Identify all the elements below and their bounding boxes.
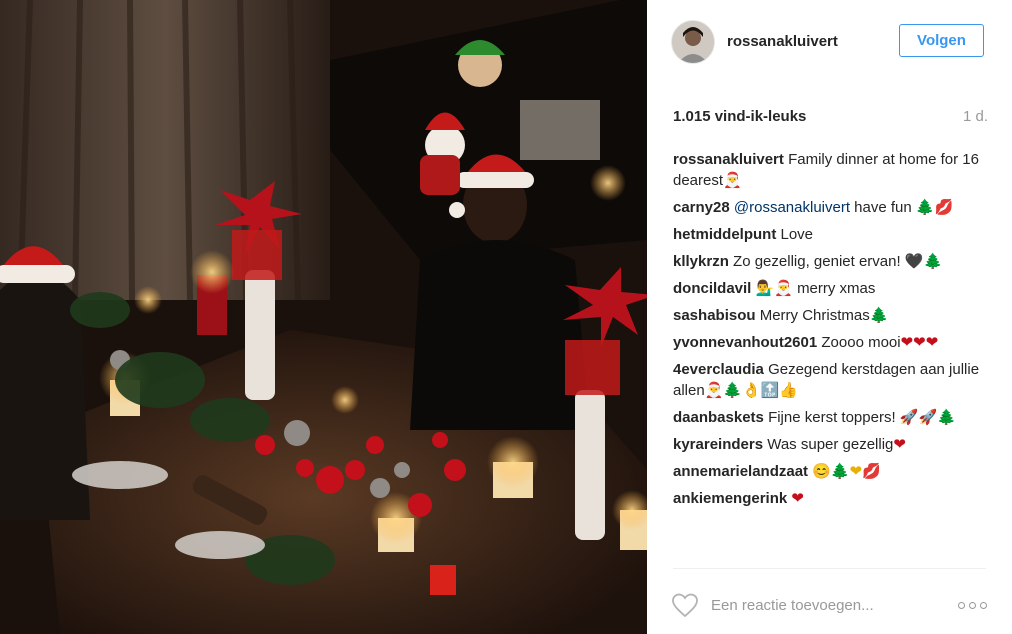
comment-username[interactable]: kllykrzn	[673, 253, 729, 270]
comment-text: Was super gezellig	[767, 436, 894, 453]
comment-emoji: ❤	[893, 436, 906, 453]
post-timestamp[interactable]: 1 d.	[963, 108, 988, 125]
post-header: rossanakluivert Volgen	[647, 0, 1012, 84]
comment-item: ankiemengerink ❤	[673, 488, 983, 509]
christmas-dinner-photo	[0, 0, 647, 634]
more-options-icon[interactable]	[958, 596, 988, 612]
profile-picture	[672, 21, 714, 63]
comment-item: kllykrzn Zo gezellig, geniet ervan! 🖤🌲	[673, 251, 983, 272]
comment-username[interactable]: kyrareinders	[673, 436, 763, 453]
comment-username[interactable]: rossanakluivert	[673, 151, 784, 168]
comment-text: Zoooo mooi	[821, 334, 901, 351]
comment-text: Love	[780, 226, 814, 243]
comment-username[interactable]: doncildavil	[673, 280, 751, 297]
comment-text: have fun	[854, 199, 912, 216]
comment-emoji: 🌲💋	[915, 199, 954, 216]
comment-username[interactable]: sashabisou	[673, 307, 756, 324]
comment-item: sashabisou Merry Christmas🌲	[673, 305, 983, 326]
comment-bar	[671, 586, 991, 622]
comment-item: 4everclaudia Gezegend kerstdagen aan jul…	[673, 359, 983, 401]
follow-button[interactable]: Volgen	[899, 24, 984, 57]
comment-username[interactable]: annemarielandzaat	[673, 463, 808, 480]
comment-emoji: ❤❤❤	[900, 334, 939, 351]
comment-username[interactable]: yvonnevanhout2601	[673, 334, 817, 351]
comment-username[interactable]: ankiemengerink	[673, 490, 787, 507]
post-photo	[0, 0, 647, 634]
comment-text: Merry Christmas	[759, 307, 870, 324]
comment-username[interactable]: carny28	[673, 199, 730, 216]
comment-item: annemarielandzaat 😊🌲❤💋	[673, 461, 983, 482]
comment-emoji: 🎅🌲👌🔝👍	[704, 382, 799, 399]
comment-item: yvonnevanhout2601 Zoooo mooi❤❤❤	[673, 332, 983, 353]
comment-list: rossanakluivert Family dinner at home fo…	[673, 149, 983, 515]
comment-emoji: 🎅	[723, 172, 742, 189]
comment-text: Fijne kerst toppers!	[768, 409, 896, 426]
avatar[interactable]	[671, 20, 715, 64]
heart-icon[interactable]	[671, 592, 699, 618]
post-sidebar: rossanakluivert Volgen 1.015 vind-ik-leu…	[647, 0, 1012, 634]
comment-username[interactable]: daanbaskets	[673, 409, 764, 426]
comment-emoji: 🚀🚀🌲	[899, 409, 956, 426]
comment-username[interactable]: 4everclaudia	[673, 361, 764, 378]
comment-emoji: 😊🌲❤💋	[812, 463, 881, 480]
comment-item: kyrareinders Was super gezellig❤	[673, 434, 983, 455]
comment-emoji: 💁‍♂️🎅	[755, 280, 793, 297]
comment-item: hetmiddelpunt Love	[673, 224, 983, 245]
like-count[interactable]: 1.015 vind-ik-leuks	[673, 108, 806, 125]
comment-mention[interactable]: @rossanakluivert	[734, 199, 850, 216]
comment-item: rossanakluivert Family dinner at home fo…	[673, 149, 983, 191]
comment-emoji: ❤	[791, 490, 804, 507]
likes-row: 1.015 vind-ik-leuks 1 d.	[673, 108, 988, 128]
divider	[673, 568, 986, 569]
comment-item: daanbaskets Fijne kerst toppers! 🚀🚀🌲	[673, 407, 983, 428]
username[interactable]: rossanakluivert	[727, 33, 838, 50]
comment-username[interactable]: hetmiddelpunt	[673, 226, 776, 243]
comment-item: carny28 @rossanakluivert have fun 🌲💋	[673, 197, 983, 218]
comment-text: Zo gezellig, geniet ervan!	[733, 253, 901, 270]
comment-emoji: 🖤🌲	[904, 253, 943, 270]
comment-emoji: 🌲	[869, 307, 889, 324]
comment-item: doncildavil 💁‍♂️🎅 merry xmas	[673, 278, 983, 299]
comment-text: merry xmas	[797, 280, 876, 297]
comment-input[interactable]	[711, 594, 921, 616]
